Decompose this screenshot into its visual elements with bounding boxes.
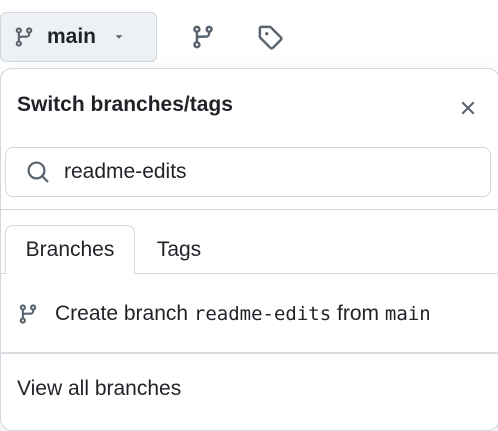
search-icon <box>27 161 49 183</box>
git-branch-icon[interactable] <box>190 24 216 50</box>
branch-search-input[interactable] <box>64 160 444 184</box>
close-icon[interactable] <box>457 97 479 119</box>
create-branch-from: from <box>337 302 380 325</box>
switch-branches-popover: Switch branches/tags Branches Tags Creat… <box>0 68 498 431</box>
tab-tags[interactable]: Tags <box>143 225 215 274</box>
current-branch-label: main <box>47 25 97 48</box>
tag-icon[interactable] <box>257 24 283 50</box>
git-branch-icon <box>19 304 37 324</box>
create-branch-item[interactable]: Create branch readme-edits from main <box>17 297 431 331</box>
branch-selector-button[interactable]: main <box>0 12 157 62</box>
popover-title: Switch branches/tags <box>17 93 233 116</box>
footer-divider <box>1 352 498 354</box>
tab-branches[interactable]: Branches <box>5 225 135 274</box>
git-branch-icon <box>15 27 33 47</box>
new-branch-name: readme-edits <box>193 303 332 325</box>
view-all-branches-link[interactable]: View all branches <box>17 377 181 401</box>
source-branch-name: main <box>384 303 431 325</box>
triangle-down-icon <box>115 35 123 39</box>
divider <box>1 209 498 210</box>
create-branch-prefix: Create branch <box>55 302 189 325</box>
branch-search-field[interactable] <box>5 147 491 197</box>
